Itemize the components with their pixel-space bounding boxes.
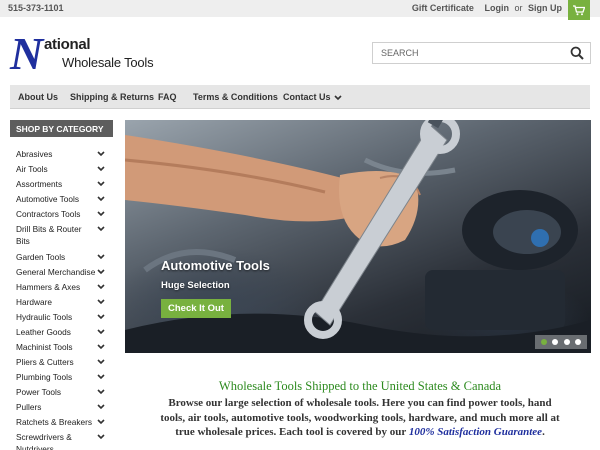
sidebar-category-item[interactable]: Ratchets & Breakers [10, 416, 113, 428]
sidebar-category-item[interactable]: Machinist Tools [10, 341, 113, 353]
chevron-down-icon[interactable] [97, 181, 105, 187]
search-input[interactable]: SEARCH [381, 48, 419, 58]
slider-pagination [535, 335, 587, 349]
nav-shipping-returns[interactable]: Shipping & Returns [70, 92, 154, 102]
chevron-down-icon[interactable] [97, 151, 105, 157]
nav-contact-label: Contact Us [283, 92, 331, 102]
sidebar-category-label: Contractors Tools [16, 209, 81, 219]
sidebar-category-item[interactable]: Plumbing Tools [10, 371, 113, 383]
welcome-body-end: . [542, 426, 545, 438]
category-sidebar: SHOP BY CATEGORY Abrasives Air Tools Assor… [10, 120, 113, 450]
slide-dot[interactable] [575, 339, 582, 345]
logo-letter: N [10, 28, 44, 79]
sidebar-category-label: Garden Tools [16, 252, 66, 262]
chevron-down-icon[interactable] [97, 269, 105, 275]
top-bar: 515-373-1101 Gift Certificate Login or S… [0, 0, 600, 17]
cart-icon [573, 4, 585, 15]
hero-subtitle: Huge Selection [161, 280, 230, 291]
search-box[interactable]: SEARCH [372, 42, 591, 64]
sidebar-category-item[interactable]: Automotive Tools [10, 193, 113, 205]
sidebar-category-item[interactable]: Power Tools [10, 386, 113, 398]
slide-dot[interactable] [540, 339, 547, 345]
login-link[interactable]: Login [484, 3, 509, 13]
welcome-heading: Wholesale Tools Shipped to the United St… [218, 379, 502, 393]
sidebar-category-item[interactable]: Assortments [10, 178, 113, 190]
chevron-down-icon[interactable] [97, 166, 105, 172]
sidebar-category-item[interactable]: Drill Bits & Router Bits [10, 223, 113, 246]
nav-contact-us[interactable]: Contact Us [283, 92, 342, 102]
chevron-down-icon[interactable] [97, 254, 105, 260]
sidebar-category-item[interactable]: Contractors Tools [10, 208, 113, 220]
sidebar-category-item[interactable]: Screwdrivers & Nutdrivers [10, 431, 113, 450]
nav-about-us[interactable]: About Us [18, 92, 58, 102]
logo-line-1: ational [44, 36, 91, 53]
chevron-down-icon[interactable] [97, 211, 105, 217]
hero-image [125, 120, 591, 353]
satisfaction-guarantee-link[interactable]: 100% Satisfaction Guarantee [409, 426, 542, 438]
or-text: or [514, 3, 523, 13]
hero-title: Automotive Tools [161, 258, 270, 273]
sidebar-category-label: Pliers & Cutters [16, 357, 74, 367]
sidebar-category-label: Screwdrivers & Nutdrivers [16, 432, 72, 450]
sidebar-category-label: Ratchets & Breakers [16, 417, 93, 427]
sidebar-category-label: Automotive Tools [16, 194, 80, 204]
sidebar-category-item[interactable]: General Merchandise [10, 266, 113, 278]
chevron-down-icon[interactable] [97, 329, 105, 335]
sidebar-heading: SHOP BY CATEGORY [10, 120, 113, 137]
nav-faq[interactable]: FAQ [158, 92, 177, 102]
phone-number[interactable]: 515-373-1101 [8, 3, 64, 13]
chevron-down-icon[interactable] [97, 196, 105, 202]
sidebar-category-label: Pullers [16, 402, 42, 412]
chevron-down-icon[interactable] [97, 434, 105, 440]
sidebar-category-label: Leather Goods [16, 327, 71, 337]
sidebar-category-item[interactable]: Hydraulic Tools [10, 311, 113, 323]
slide-dot[interactable] [563, 339, 570, 345]
chevron-down-icon [334, 95, 342, 100]
account-links: Gift Certificate Login or Sign Up [404, 3, 562, 13]
sidebar-category-label: General Merchandise [16, 267, 96, 277]
sidebar-category-item[interactable]: Pullers [10, 401, 113, 413]
chevron-down-icon[interactable] [97, 404, 105, 410]
chevron-down-icon[interactable] [97, 299, 105, 305]
main-nav: About Us Shipping & Returns FAQ Terms & … [10, 85, 590, 109]
sidebar-category-label: Abrasives [16, 149, 53, 159]
sidebar-category-item[interactable]: Hammers & Axes [10, 281, 113, 293]
sidebar-category-label: Machinist Tools [16, 342, 73, 352]
sidebar-category-label: Air Tools [16, 164, 48, 174]
site-logo[interactable]: N ational Wholesale Tools [10, 31, 160, 77]
chevron-down-icon[interactable] [97, 284, 105, 290]
chevron-down-icon[interactable] [97, 226, 105, 232]
chevron-down-icon[interactable] [97, 419, 105, 425]
sidebar-category-item[interactable]: Leather Goods [10, 326, 113, 338]
sidebar-category-label: Drill Bits & Router Bits [16, 224, 82, 246]
sidebar-category-label: Plumbing Tools [16, 372, 73, 382]
sidebar-category-label: Hammers & Axes [16, 282, 81, 292]
chevron-down-icon[interactable] [97, 344, 105, 350]
chevron-down-icon[interactable] [97, 389, 105, 395]
sidebar-category-label: Power Tools [16, 387, 62, 397]
sidebar-category-item[interactable]: Hardware [10, 296, 113, 308]
sign-up-link[interactable]: Sign Up [528, 3, 562, 13]
sidebar-category-item[interactable]: Air Tools [10, 163, 113, 175]
chevron-down-icon[interactable] [97, 359, 105, 365]
chevron-down-icon[interactable] [97, 374, 105, 380]
sidebar-category-item[interactable]: Garden Tools [10, 251, 113, 263]
hero-slider[interactable]: Automotive Tools Huge Selection Check It… [125, 120, 591, 353]
welcome-body: Browse our large selection of wholesale … [160, 396, 560, 440]
check-it-out-button[interactable]: Check It Out [161, 299, 231, 318]
logo-line-2: Wholesale Tools [62, 55, 154, 70]
sidebar-category-label: Hydraulic Tools [16, 312, 73, 322]
sidebar-category-label: Hardware [16, 297, 52, 307]
slide-dot[interactable] [552, 339, 559, 345]
chevron-down-icon[interactable] [97, 314, 105, 320]
nav-terms-conditions[interactable]: Terms & Conditions [193, 92, 278, 102]
sidebar-category-item[interactable]: Pliers & Cutters [10, 356, 113, 368]
cart-button[interactable] [568, 0, 590, 20]
welcome-section: Wholesale Tools Shipped to the United St… [160, 379, 560, 440]
sidebar-category-item[interactable]: Abrasives [10, 148, 113, 160]
gift-certificate-link[interactable]: Gift Certificate [412, 3, 474, 13]
search-icon[interactable] [570, 46, 584, 60]
sidebar-category-label: Assortments [16, 179, 63, 189]
